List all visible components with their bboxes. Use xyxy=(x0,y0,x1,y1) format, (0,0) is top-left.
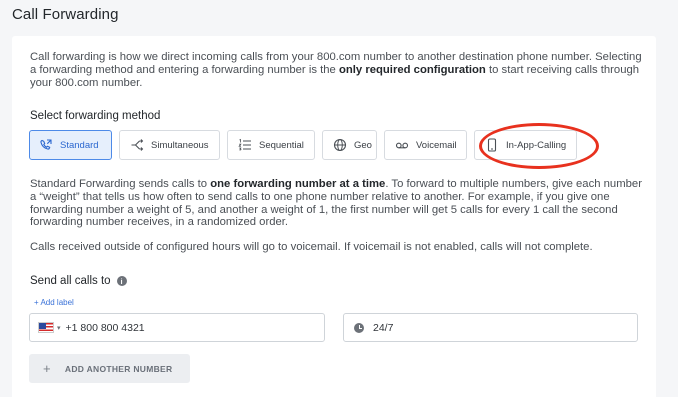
clock-icon xyxy=(354,322,364,333)
description-emphasis: one forwarding number at a time xyxy=(210,178,386,190)
phone-number-value[interactable]: +1 800 800 4321 xyxy=(66,322,145,334)
description-part1: Standard Forwarding sends calls to xyxy=(30,178,211,190)
intro-text: Call forwarding is how we direct incomin… xyxy=(30,51,645,89)
page-title: Call Forwarding xyxy=(12,6,119,23)
method-standard-button[interactable]: Standard xyxy=(29,130,112,160)
method-voicemail-button[interactable]: Voicemail xyxy=(384,130,467,160)
ordered-list-icon xyxy=(238,138,252,152)
forwarding-number-field[interactable]: ▾ +1 800 800 4321 xyxy=(29,313,325,342)
globe-icon xyxy=(333,138,347,152)
plus-icon: + xyxy=(43,361,51,376)
phone-forward-icon xyxy=(39,138,53,152)
hours-select[interactable]: 24/7 xyxy=(343,313,638,342)
info-icon[interactable]: i xyxy=(116,276,127,286)
method-simultaneous-button[interactable]: Simultaneous xyxy=(119,130,220,160)
send-all-calls-header: Send all calls to i xyxy=(30,275,127,287)
intro-text-emphasis: only required configuration xyxy=(338,63,486,76)
send-all-calls-label: Send all calls to xyxy=(30,275,111,287)
in-app-calling-highlight-circle xyxy=(479,123,599,169)
forwarding-method-label: Select forwarding method xyxy=(30,110,161,122)
add-another-number-button[interactable]: + ADD ANOTHER NUMBER xyxy=(29,354,190,383)
method-geo-button[interactable]: Geo xyxy=(322,130,377,160)
standard-forwarding-description: Standard Forwarding sends calls to one f… xyxy=(30,178,648,229)
call-forwarding-card: Call forwarding is how we direct incomin… xyxy=(12,36,656,397)
us-flag-icon[interactable] xyxy=(38,322,54,333)
method-sequential-label: Sequential xyxy=(259,139,304,151)
add-label-link[interactable]: + Add label xyxy=(34,298,74,307)
hours-value[interactable]: 24/7 xyxy=(373,322,393,334)
chevron-down-icon[interactable]: ▾ xyxy=(57,324,61,332)
voicemail-icon xyxy=(395,138,409,152)
hours-voicemail-note: Calls received outside of configured hou… xyxy=(30,241,593,253)
branch-icon xyxy=(130,138,144,152)
add-another-number-label: ADD ANOTHER NUMBER xyxy=(64,363,173,374)
method-voicemail-label: Voicemail xyxy=(416,139,457,151)
method-geo-label: Geo xyxy=(354,139,372,151)
method-standard-label: Standard xyxy=(60,139,99,151)
method-sequential-button[interactable]: Sequential xyxy=(227,130,315,160)
method-simultaneous-label: Simultaneous xyxy=(151,139,209,151)
